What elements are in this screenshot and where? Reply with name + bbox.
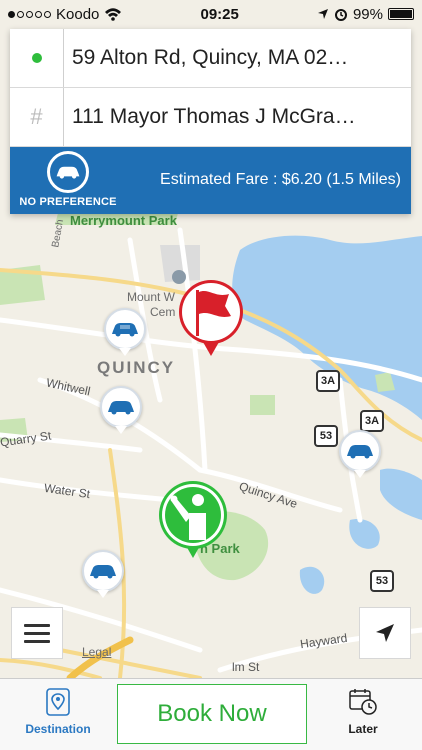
hash-icon: #: [10, 88, 64, 146]
pickup-passenger-marker[interactable]: [158, 480, 228, 565]
taxi-car-icon: [347, 445, 373, 459]
taxi-marker[interactable]: [82, 550, 124, 592]
route-shield-53: 53: [370, 570, 394, 592]
destination-icon: [46, 688, 70, 716]
pickup-dot-icon: [10, 29, 64, 87]
taxi-car-icon: [108, 401, 134, 415]
battery-percent: 99%: [352, 5, 383, 23]
menu-button[interactable]: [11, 607, 63, 659]
taxi-car-icon: [90, 565, 116, 579]
bottom-bar: Destination Book Now Later: [0, 678, 422, 750]
map-label-quincy: QUINCY: [97, 358, 176, 377]
menu-icon: [24, 623, 50, 643]
status-time: 09:25: [200, 5, 239, 23]
pickup-address[interactable]: 59 Alton Rd, Quincy, MA 02…: [72, 46, 404, 70]
destination-tab[interactable]: Destination: [13, 687, 103, 736]
preference-label: NO PREFERENCE: [19, 196, 117, 208]
alarm-icon: [334, 9, 347, 21]
destination-tab-label: Destination: [25, 722, 91, 736]
map-label-merrymount-park: Merrymount Park: [70, 213, 177, 228]
later-tab-label: Later: [348, 722, 378, 736]
carrier-name: Koodo: [56, 5, 100, 23]
locate-me-icon: [376, 624, 394, 642]
destination-flag-marker[interactable]: [177, 278, 245, 363]
destination-address-row[interactable]: # 111 Mayor Thomas J McGra…: [10, 88, 411, 147]
taxi-marker[interactable]: [100, 386, 142, 428]
trip-panel: 59 Alton Rd, Quincy, MA 02… # 111 Mayor …: [10, 29, 411, 214]
wifi-icon: [105, 7, 122, 21]
route-shield-3a: 3A: [316, 370, 340, 392]
later-tab[interactable]: Later: [318, 687, 408, 736]
taxi-car-icon: [112, 323, 138, 337]
pickup-address-row[interactable]: 59 Alton Rd, Quincy, MA 02…: [10, 29, 411, 88]
location-arrow-icon: [317, 9, 328, 19]
estimated-fare: Estimated Fare : $6.20 (1.5 Miles): [160, 171, 401, 188]
locate-me-button[interactable]: [359, 607, 411, 659]
fare-bar: NO PREFERENCE Estimated Fare : $6.20 (1.…: [10, 147, 411, 214]
passenger-wave-icon: [159, 481, 227, 558]
route-shield-3a: 3A: [360, 410, 384, 432]
map-label-mount-w: Mount W: [127, 290, 176, 304]
flag-icon: [179, 280, 243, 356]
calendar-clock-icon: [349, 689, 377, 715]
route-shield-53: 53: [314, 425, 338, 447]
taxi-marker[interactable]: [339, 430, 381, 472]
signal-dots-icon: [8, 10, 51, 18]
map-label-legal[interactable]: Legal: [82, 645, 111, 659]
destination-address[interactable]: 111 Mayor Thomas J McGra…: [72, 105, 404, 129]
battery-icon: [388, 8, 414, 20]
map-label-cem: Cem: [150, 305, 176, 319]
status-bar: Koodo 09:25 99%: [0, 0, 422, 28]
vehicle-preference-button[interactable]: NO PREFERENCE: [16, 151, 120, 211]
taxi-car-icon: [47, 151, 89, 193]
book-now-button[interactable]: Book Now: [117, 684, 307, 744]
map-label-elm-st: lm St: [232, 660, 260, 674]
taxi-marker[interactable]: [104, 308, 146, 350]
